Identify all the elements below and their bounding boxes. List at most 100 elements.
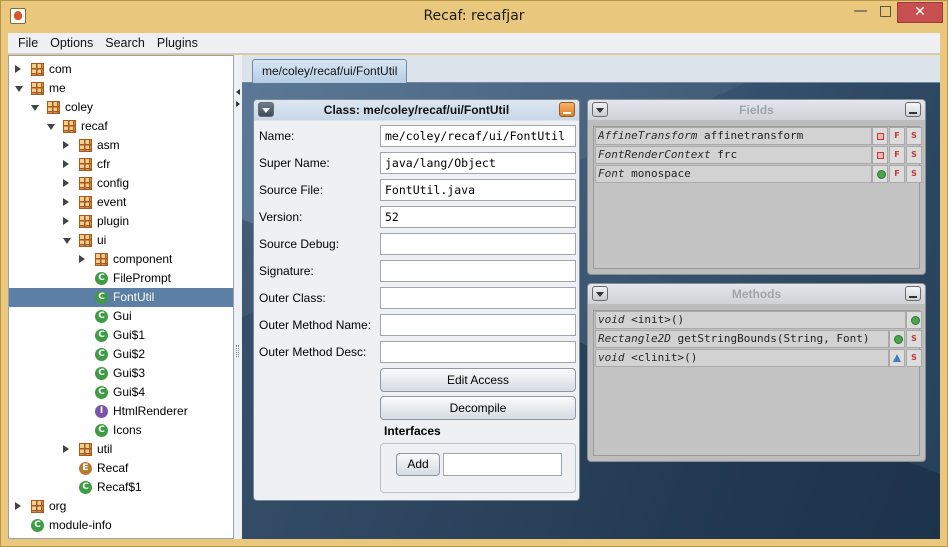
interface-input[interactable] [443,453,562,476]
tree-item[interactable]: I HtmlRenderer [9,402,233,421]
add-interface-button[interactable]: Add [396,453,440,476]
member-row[interactable]: Rectangle2D getStringBounds(String, Font… [595,330,923,348]
tree-item[interactable]: config [9,174,233,193]
collapsed-arrow-icon[interactable] [63,160,69,168]
collapse-right-icon[interactable] [236,101,240,107]
member-row[interactable]: void <init>() [595,311,923,329]
expanded-arrow-icon[interactable] [63,238,71,244]
menu-plugins[interactable]: Plugins [151,36,204,50]
minimize-frame-icon[interactable] [905,102,921,117]
field-input[interactable] [380,287,576,309]
decompile-button[interactable]: Decompile [380,396,576,420]
menu-file[interactable]: File [12,36,44,50]
tree-item[interactable]: com [9,60,233,79]
frame-menu-icon[interactable] [258,102,274,117]
file-tree[interactable]: com me coley recaf asm cfr config event plugin ui… [8,55,234,539]
tree-item[interactable]: C Gui$2 [9,345,233,364]
collapsed-arrow-icon[interactable] [15,65,21,73]
member-type: void [598,351,625,364]
member-signature[interactable]: Rectangle2D getStringBounds(String, Font… [595,330,889,348]
field-input[interactable] [380,314,576,336]
member-row[interactable]: Font monospace F S [595,165,923,183]
tree-item[interactable]: org [9,497,233,516]
tree-item[interactable]: C FontUtil [9,288,233,307]
class-frame-title[interactable]: Class: me/coley/recaf/ui/FontUtil [254,100,579,120]
tree-item[interactable]: C Recaf$1 [9,478,233,497]
member-row[interactable]: FontRenderContext frc F S [595,146,923,164]
field-input[interactable]: FontUtil.java [380,179,576,201]
menu-search[interactable]: Search [99,36,151,50]
member-row[interactable]: AffineTransform affinetransform F S [595,127,923,145]
member-signature[interactable]: AffineTransform affinetransform [595,127,872,145]
tree-item[interactable]: C Gui [9,307,233,326]
divider-grip-icon[interactable] [236,345,239,357]
package-icon [79,196,92,209]
collapsed-arrow-icon[interactable] [15,502,21,510]
frame-menu-icon[interactable] [592,286,608,301]
field-input[interactable] [380,341,576,363]
tree-item[interactable]: ui [9,231,233,250]
tree-item[interactable]: me [9,79,233,98]
methods-frame-title[interactable]: Methods [588,284,925,304]
package-icon [31,82,44,95]
minimize-frame-icon[interactable] [559,102,575,117]
tree-item[interactable]: Cmodule-info [9,516,233,535]
collapsed-arrow-icon[interactable] [63,141,69,149]
member-row[interactable]: void <clinit>() S [595,349,923,367]
collapsed-arrow-icon[interactable] [63,179,69,187]
package-icon [31,63,44,76]
tree-item[interactable]: C FilePrompt [9,269,233,288]
tree-item[interactable]: component [9,250,233,269]
field-input[interactable] [380,260,576,282]
member-signature[interactable]: void <init>() [595,311,906,329]
tab-fontutil[interactable]: me/coley/recaf/ui/FontUtil [252,59,408,83]
tree-item-label: ui [97,233,107,247]
tree-item[interactable]: coley [9,98,233,117]
member-signature[interactable]: void <clinit>() [595,349,889,367]
fields-frame-title[interactable]: Fields [588,100,925,120]
menu-options[interactable]: Options [44,36,99,50]
field-input[interactable]: 52 [380,206,576,228]
tree-item[interactable]: C Gui$1 [9,326,233,345]
collapsed-arrow-icon[interactable] [63,445,69,453]
field-input[interactable] [380,233,576,255]
member-name: getStringBounds(String, Font) [677,332,870,345]
field-input[interactable]: me/coley/recaf/ui/FontUtil [380,125,576,147]
edit-access-button[interactable]: Edit Access [380,368,576,392]
tree-item[interactable]: recaf [9,117,233,136]
expanded-arrow-icon[interactable] [15,86,23,92]
tree-item[interactable]: C Icons [9,421,233,440]
frame-menu-icon[interactable] [592,102,608,117]
class-icon: C [95,424,108,437]
expanded-arrow-icon[interactable] [47,124,55,130]
close-button[interactable]: ✕ [897,2,943,23]
tree-item[interactable]: C Gui$4 [9,383,233,402]
member-signature[interactable]: FontRenderContext frc [595,146,872,164]
tree-item[interactable]: event [9,193,233,212]
package-icon [95,253,108,266]
tree-item[interactable]: asm [9,136,233,155]
tree-item-label: component [113,252,173,266]
tree-item-label: Recaf$1 [97,480,142,494]
minimize-button[interactable]: — [847,2,874,23]
collapsed-arrow-icon[interactable] [63,217,69,225]
split-pane-divider[interactable] [234,55,242,539]
tree-item[interactable]: util [9,440,233,459]
tree-item[interactable]: plugin [9,212,233,231]
minimize-frame-icon[interactable] [905,286,921,301]
tree-item[interactable]: C Gui$3 [9,364,233,383]
collapsed-arrow-icon[interactable] [63,198,69,206]
tree-item[interactable]: cfr [9,155,233,174]
tree-item-label: me [49,81,66,95]
tree-item[interactable]: E Recaf [9,459,233,478]
maximize-button[interactable]: □ [872,2,899,23]
tree-item-label: FilePrompt [113,271,172,285]
field-input[interactable]: java/lang/Object [380,152,576,174]
title-bar[interactable]: Recaf: recafjar — □ ✕ [1,1,947,33]
package-icon [47,101,60,114]
collapsed-arrow-icon[interactable] [79,255,85,263]
class-icon: C [95,310,108,323]
collapse-left-icon[interactable] [236,89,240,95]
expanded-arrow-icon[interactable] [31,105,39,111]
member-signature[interactable]: Font monospace [595,165,872,183]
